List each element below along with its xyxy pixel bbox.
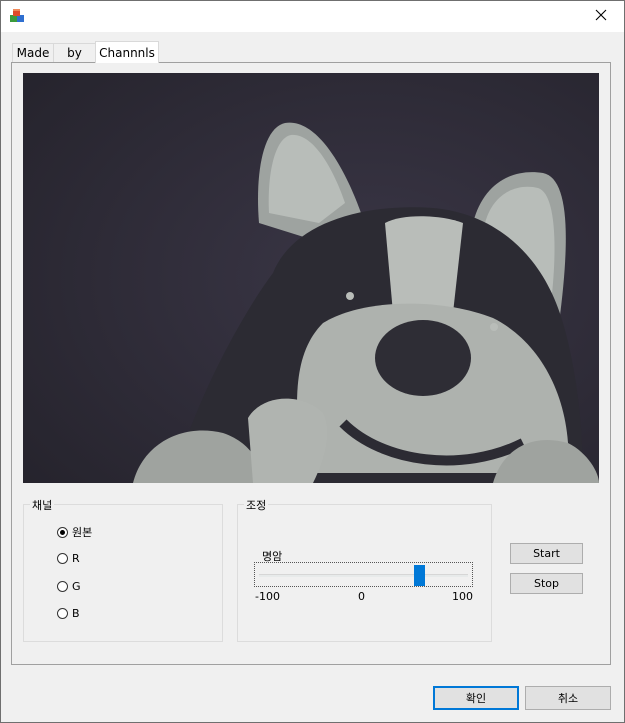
tab-made[interactable]: Made [12,43,54,62]
ok-button-label: 확인 [465,692,487,705]
radio-button-icon [57,526,68,538]
app-icon [9,8,25,24]
tab-label: by [67,46,82,60]
slider-max-label: 100 [452,590,473,603]
radio-label: 원본 [72,526,93,539]
brightness-slider[interactable] [254,562,473,587]
stop-button-label: Stop [533,577,559,590]
radio-label: B [72,607,80,620]
slider-track [259,574,468,577]
tab-label: Channnls [99,45,155,60]
start-button-label: Start [533,547,560,560]
radio-r[interactable]: R [57,552,80,565]
radio-button-icon [57,608,68,619]
radio-g[interactable]: G [57,580,81,593]
stop-button[interactable]: Stop [510,573,583,594]
radio-label: R [72,552,80,565]
slider-min-label: -100 [255,590,280,603]
adjust-group-title: 조정 [244,497,269,513]
radio-b[interactable]: B [57,607,80,620]
tab-by[interactable]: by [53,43,96,62]
radio-original[interactable]: 원본 [57,524,92,540]
title-bar [1,1,624,32]
tab-label: Made [16,46,50,60]
ok-button[interactable]: 확인 [433,686,519,710]
slider-thumb[interactable] [414,565,425,586]
radio-button-icon [57,553,68,564]
tab-channels[interactable]: Channnls [95,41,159,63]
start-button[interactable]: Start [510,543,583,564]
cancel-button[interactable]: 취소 [525,686,611,710]
camera-preview [23,73,599,483]
close-button[interactable] [578,1,624,32]
cancel-button-label: 취소 [557,692,579,705]
channel-group-title: 채널 [30,497,55,513]
radio-label: G [72,580,81,593]
channel-group: 채널 [23,497,223,642]
slider-mid-label: 0 [358,590,365,603]
radio-button-icon [57,581,68,592]
close-icon [595,9,607,24]
